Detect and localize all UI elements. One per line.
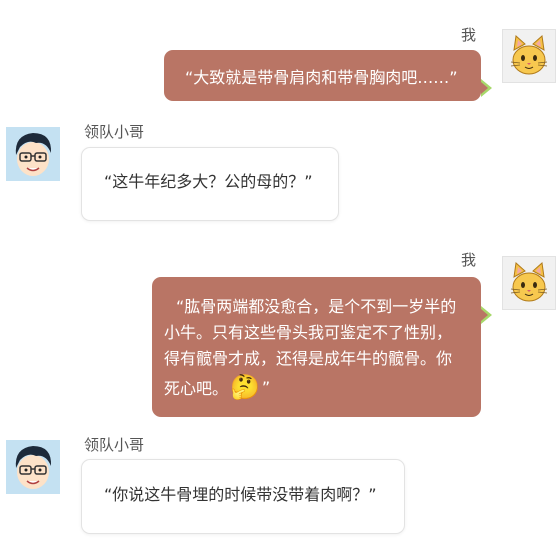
cartoon-boy-avatar-icon bbox=[6, 440, 60, 494]
message-bubble-me[interactable]: “大致就是带骨肩肉和带骨胸肉吧……” bbox=[164, 50, 492, 101]
sender-name-leader: 领队小哥 bbox=[84, 436, 145, 454]
thinking-face-icon: 🤔 bbox=[230, 373, 260, 401]
avatar-leader[interactable] bbox=[6, 440, 60, 494]
message-text: “这牛年纪多大？公的母的？” bbox=[104, 172, 313, 191]
message-text-line-1: “肱骨两端都没愈合，是个不到一岁半的 bbox=[176, 297, 457, 316]
sender-name-leader: 领队小哥 bbox=[84, 123, 145, 141]
cat-face-icon bbox=[510, 35, 548, 75]
message-text-line-2: 小牛。只有这些骨头我可鉴定不了性别， bbox=[164, 323, 453, 342]
avatar-me[interactable] bbox=[502, 29, 556, 83]
sender-name-me: 我 bbox=[461, 251, 477, 269]
closing-quote: ” bbox=[261, 377, 271, 397]
message-text-line-4: 死心吧。 bbox=[164, 379, 229, 398]
cat-face-icon bbox=[510, 262, 548, 302]
cartoon-boy-avatar-icon bbox=[6, 127, 60, 181]
message-text: “大致就是带骨肩肉和带骨胸肉吧……” bbox=[185, 68, 458, 87]
message-bubble-me[interactable]: “肱骨两端都没愈合，是个不到一岁半的 小牛。只有这些骨头我可鉴定不了性别， 得有… bbox=[152, 277, 492, 417]
message-text: “你说这牛骨埋的时候带没带着肉啊？” bbox=[104, 485, 377, 504]
message-bubble-leader[interactable]: “你说这牛骨埋的时候带没带着肉啊？” bbox=[81, 459, 405, 534]
message-text-line-3: 得有髋骨才成，还得是成年牛的髋骨。你 bbox=[164, 349, 453, 368]
avatar-leader[interactable] bbox=[6, 127, 60, 181]
sender-name-me: 我 bbox=[461, 26, 477, 44]
message-bubble-leader[interactable]: “这牛年纪多大？公的母的？” bbox=[81, 147, 339, 221]
avatar-me[interactable] bbox=[502, 256, 556, 310]
